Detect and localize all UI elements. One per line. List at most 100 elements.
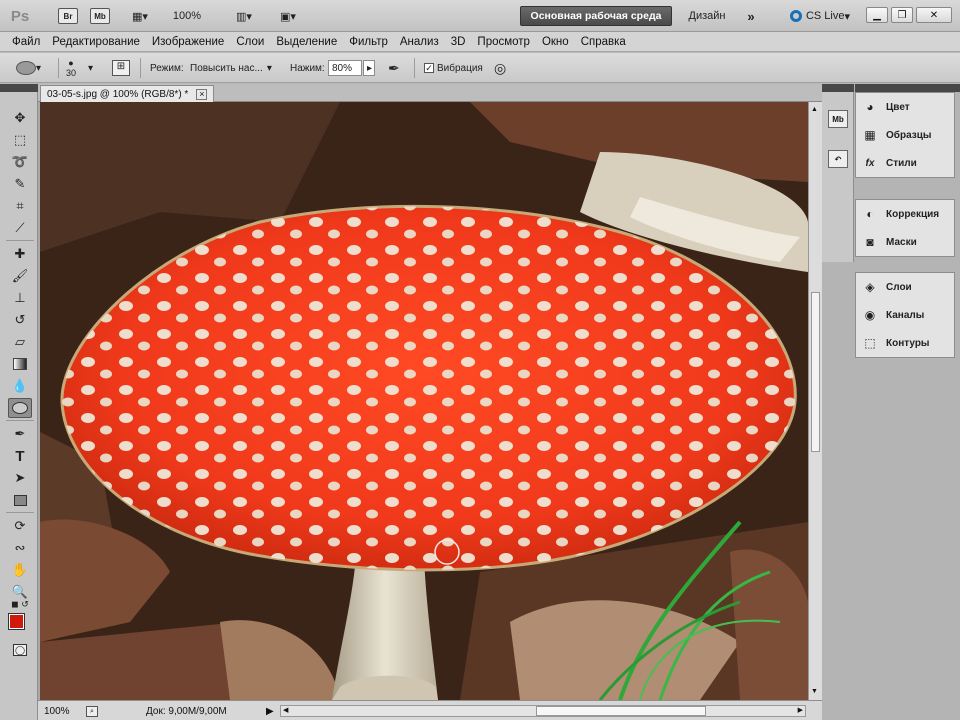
grid-icon: ▦▾: [132, 10, 148, 23]
workspace-design-button[interactable]: Дизайн: [682, 6, 732, 26]
screen-mode-button[interactable]: ▣▾: [272, 6, 304, 26]
restore-button[interactable]: ❐: [891, 7, 913, 23]
scroll-up-icon[interactable]: ▲: [811, 106, 820, 114]
bridge-button[interactable]: Br: [58, 6, 78, 26]
quick-mask-button[interactable]: ◯: [8, 640, 32, 660]
horizontal-scrollbar-thumb[interactable]: [536, 706, 706, 716]
arrange-documents-button[interactable]: ▥▾: [228, 6, 260, 26]
checkbox-checked-icon: ✓: [424, 63, 434, 73]
document-window: 03-05-s.jpg @ 100% (RGB/8*) * × ▲ ▼ 100%…: [38, 84, 822, 720]
document-tab[interactable]: 03-05-s.jpg @ 100% (RGB/8*) * ×: [40, 85, 215, 102]
menu-help[interactable]: Справка: [581, 36, 626, 48]
eraser-tool[interactable]: ▱: [8, 332, 32, 352]
brush-picker-dropdown[interactable]: ▾: [88, 59, 93, 77]
status-zoom[interactable]: 100%: [44, 704, 70, 718]
brush-size: 30: [66, 67, 77, 78]
eraser-icon: ▱: [15, 334, 25, 349]
document-tab-bar: 03-05-s.jpg @ 100% (RGB/8*) * ×: [38, 84, 822, 102]
3d-orbit-icon: ∾: [14, 540, 26, 555]
mode-select-value: Повысить нас...: [190, 62, 263, 74]
panel-swatches-label: Образцы: [886, 129, 932, 141]
tablet-pressure-toggle[interactable]: ◎: [494, 59, 506, 77]
brush-picker[interactable]: ● 30: [66, 56, 76, 80]
status-menu-button[interactable]: ▶: [266, 704, 274, 718]
panel-masks[interactable]: ◙ Маски: [856, 228, 954, 256]
lasso-tool[interactable]: ➰: [8, 152, 32, 172]
arrow-icon: ➤: [14, 470, 26, 485]
swap-colors-button[interactable]: ◼ ↺: [8, 598, 32, 610]
menu-3d[interactable]: 3D: [451, 36, 466, 48]
sponge-tool[interactable]: [8, 398, 32, 418]
cs-live-button[interactable]: CS Live ▾: [784, 6, 856, 26]
workspace-essentials-button[interactable]: Основная рабочая среда: [520, 6, 672, 26]
scroll-left-icon[interactable]: ◀: [283, 706, 288, 714]
more-workspaces-button[interactable]: »: [740, 6, 762, 26]
panel-swatches[interactable]: ▦ Образцы: [856, 121, 954, 149]
move-tool[interactable]: ✥: [8, 108, 32, 128]
type-tool[interactable]: T: [8, 446, 32, 466]
lasso-icon: ➰: [11, 154, 29, 169]
history-panel-button[interactable]: ↶: [828, 150, 848, 168]
menu-edit[interactable]: Редактирование: [52, 36, 140, 48]
scroll-down-icon[interactable]: ▼: [811, 688, 820, 696]
panel-paths[interactable]: ⬚ Контуры: [856, 329, 954, 357]
zoom-level[interactable]: 100%: [170, 6, 204, 26]
panel-color[interactable]: ◕ Цвет: [856, 93, 954, 121]
brush-tool[interactable]: 🖌: [8, 266, 32, 286]
brush-panel-toggle[interactable]: ⊞: [112, 59, 130, 77]
clone-stamp-tool[interactable]: ⊥: [8, 288, 32, 308]
menu-analysis[interactable]: Анализ: [400, 36, 439, 48]
mini-bridge-button[interactable]: Mb: [90, 6, 110, 26]
mode-select[interactable]: Повысить нас... ▾: [190, 59, 272, 77]
crop-tool[interactable]: ⌗: [8, 196, 32, 216]
mini-bridge-icon: Mb: [90, 8, 110, 24]
close-button[interactable]: ✕: [916, 7, 952, 23]
pressure-field[interactable]: 80% ▸: [328, 59, 375, 77]
sponge-icon: [12, 402, 28, 414]
close-tab-button[interactable]: ×: [196, 88, 208, 100]
separator: [6, 420, 34, 421]
menu-file[interactable]: Файл: [12, 36, 40, 48]
status-zoom-icon[interactable]: ⌕: [86, 704, 98, 718]
status-bar: 100% ⌕ Док: 9,00M/9,00M ▶ ◀ ▶: [38, 700, 822, 720]
healing-brush-tool[interactable]: ✚: [8, 244, 32, 264]
pressure-slider-toggle[interactable]: ▸: [363, 60, 375, 76]
vertical-scrollbar[interactable]: ▲ ▼: [808, 102, 822, 700]
hand-tool[interactable]: ✋: [8, 560, 32, 580]
scrollbar-thumb[interactable]: [811, 292, 820, 452]
scroll-right-icon[interactable]: ▶: [798, 706, 803, 714]
quick-selection-tool[interactable]: ✎: [8, 174, 32, 194]
pressure-value[interactable]: 80%: [328, 60, 362, 76]
panel-adjustments[interactable]: ◐ Коррекция: [856, 200, 954, 228]
menu-filter[interactable]: Фильтр: [349, 36, 388, 48]
image-canvas[interactable]: [40, 102, 808, 700]
marquee-tool[interactable]: ⬚: [8, 130, 32, 150]
panel-layers[interactable]: ◈ Слои: [856, 273, 954, 301]
view-extras-button[interactable]: ▦▾: [124, 6, 156, 26]
gradient-tool[interactable]: [8, 354, 32, 374]
move-icon: ✥: [14, 110, 26, 125]
shape-tool[interactable]: [8, 490, 32, 510]
menu-window[interactable]: Окно: [542, 36, 569, 48]
3d-orbit-tool[interactable]: ∾: [8, 538, 32, 558]
panel-styles[interactable]: fx Стили: [856, 149, 954, 177]
menu-view[interactable]: Просмотр: [477, 36, 530, 48]
vibrance-checkbox[interactable]: ✓ Вибрация: [424, 59, 483, 77]
blur-tool[interactable]: 💧: [8, 376, 32, 396]
pen-tool[interactable]: ✒: [8, 424, 32, 444]
menu-image[interactable]: Изображение: [152, 36, 224, 48]
3d-rotate-tool[interactable]: ⟳: [8, 516, 32, 536]
minimize-icon: ▁: [873, 9, 881, 21]
menu-select[interactable]: Выделение: [276, 36, 337, 48]
horizontal-scrollbar[interactable]: ◀ ▶: [280, 705, 806, 717]
tool-preset-picker[interactable]: ▾: [16, 59, 41, 77]
airbrush-toggle[interactable]: ✒: [388, 59, 400, 77]
mini-bridge-panel-button[interactable]: Mb: [828, 110, 848, 128]
eyedropper-tool[interactable]: ⟋: [8, 218, 32, 238]
panel-channels[interactable]: ◉ Каналы: [856, 301, 954, 329]
path-selection-tool[interactable]: ➤: [8, 468, 32, 488]
foreground-color-swatch[interactable]: [8, 613, 25, 630]
minimize-button[interactable]: ▁: [866, 7, 888, 23]
menu-layer[interactable]: Слои: [236, 36, 264, 48]
history-brush-tool[interactable]: ↺: [8, 310, 32, 330]
